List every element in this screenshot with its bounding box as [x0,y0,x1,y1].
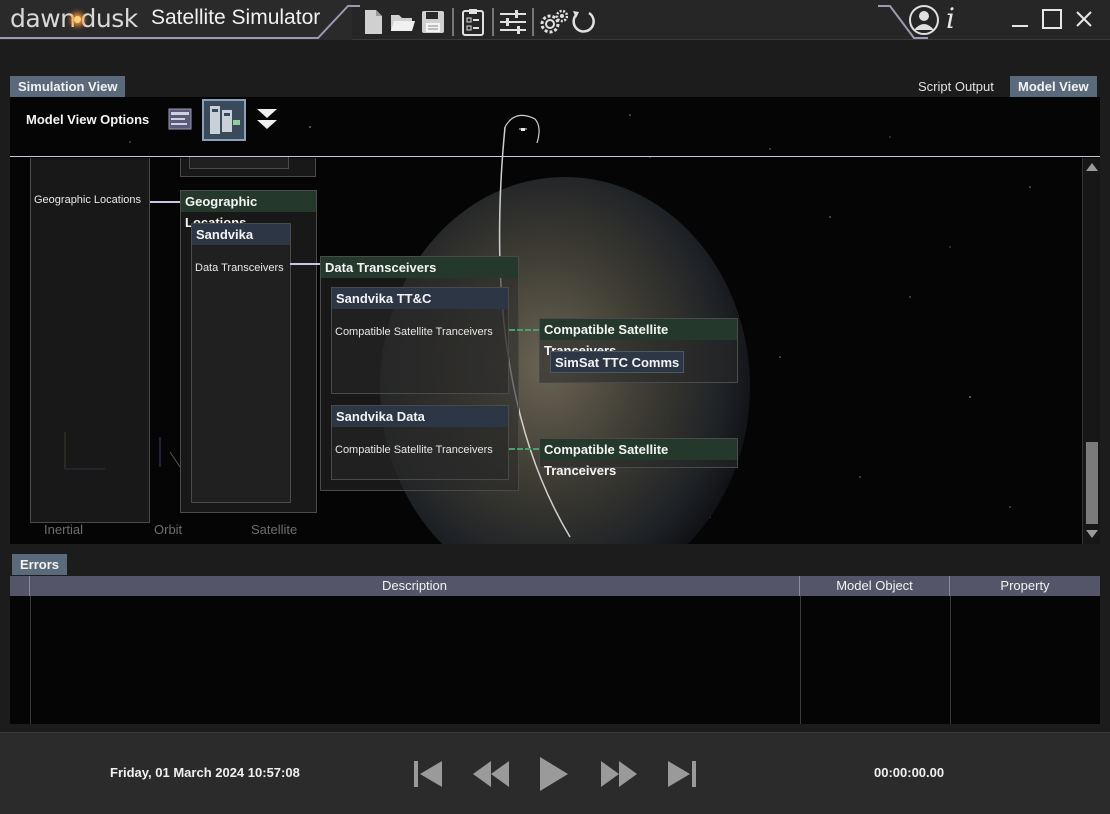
expand-all-icon[interactable] [256,107,278,131]
simulation-viewport[interactable]: Model View Options Geographic Locations … [10,97,1100,544]
errors-row-header-column [10,576,30,596]
model-tree-area: Geographic Locations Geographic Location… [10,157,1100,544]
column-label-satellite: Satellite [251,522,298,537]
geographic-locations-title[interactable]: Geographic Locations [181,191,316,230]
data-transceivers-title[interactable]: Data Transceivers [321,257,518,278]
column-label-orbit: Orbit [154,522,183,537]
reset-icon[interactable] [568,7,598,37]
tab-errors[interactable]: Errors [12,554,68,575]
sandvika-panel: Sandvika Data Transceivers [191,223,291,503]
clipboard-checklist-icon[interactable] [458,7,488,37]
skip-to-end-icon[interactable] [664,755,700,793]
close-icon[interactable] [1070,6,1098,32]
errors-table-header: Description Model Object Property [10,576,1100,596]
model-view-options-bar: Model View Options [10,97,1100,157]
ttc-compatible-link-label[interactable]: Compatible Satellite Tranceivers [335,326,493,338]
app-title: Satellite Simulator [151,6,321,29]
column-header-model-object[interactable]: Model Object [800,576,950,596]
save-icon[interactable] [418,7,448,37]
toolbar-separator [492,8,494,36]
scroll-down-icon[interactable] [1086,530,1098,538]
tab-script-output[interactable]: Script Output [910,76,1002,97]
tab-simulation-view[interactable]: Simulation View [10,76,126,97]
info-icon[interactable]: i [946,2,955,35]
geographic-locations-panel: Geographic Locations Sandvika Data Trans… [180,190,317,513]
playback-bar: Friday, 01 March 2024 10:57:08 00:00:00.… [0,732,1110,814]
sandvika-title[interactable]: Sandvika [192,224,290,245]
tree-view-icon[interactable] [202,99,246,141]
dashed-connector [509,329,539,331]
elapsed-time: 00:00:00.00 [874,765,945,780]
compatible-tranceivers-title-2[interactable]: Compatible Satellite Tranceivers [540,439,737,478]
simsat-ttc-comms-chip[interactable]: SimSat TTC Comms [550,351,685,373]
geographic-top-panel [180,157,316,177]
app-logo: dawn dusk [10,4,138,33]
sandvika-ttc-panel: Sandvika TT&C Compatible Satellite Tranc… [331,287,509,394]
compatible-tranceivers-title-1[interactable]: Compatible Satellite Tranceivers [540,319,737,358]
tab-model-view[interactable]: Model View [1010,76,1097,97]
geographic-top-subpanel [189,157,289,169]
column-divider [950,596,951,724]
connector-line [290,263,320,265]
scroll-up-icon[interactable] [1086,163,1098,171]
sandvika-data-title[interactable]: Sandvika Data [332,406,508,427]
new-file-icon[interactable] [358,7,388,37]
geographic-locations-link-label[interactable]: Geographic Locations [34,194,141,206]
data-transceivers-panel: Data Transceivers Sandvika TT&C Compatib… [320,256,519,491]
list-view-icon[interactable] [168,108,192,130]
gears-icon[interactable] [538,7,568,37]
toolbar-separator [532,8,534,36]
data-compatible-link-label[interactable]: Compatible Satellite Tranceivers [335,444,493,456]
main-toolbar [358,7,598,37]
dashed-connector [509,448,539,450]
compatible-tranceivers-panel-1: Compatible Satellite Tranceivers SimSat … [539,318,738,383]
model-view-options-label: Model View Options [26,112,150,127]
user-account-icon[interactable] [908,4,940,36]
column-divider [30,596,31,724]
sandvika-data-panel: Sandvika Data Compatible Satellite Tranc… [331,405,509,480]
title-bar: dawn dusk Satellite Simulator i [0,0,1110,40]
fast-forward-icon[interactable] [598,755,640,793]
skip-to-start-icon[interactable] [410,755,446,793]
toolbar-separator [452,8,454,36]
column-divider [800,596,801,724]
simulation-datetime: Friday, 01 March 2024 10:57:08 [110,765,300,780]
column-header-property[interactable]: Property [950,576,1100,596]
column-label-inertial: Inertial [44,522,84,537]
open-folder-icon[interactable] [388,7,418,37]
errors-table: Description Model Object Property [10,576,1100,724]
settings-sliders-icon[interactable] [498,7,528,37]
vertical-scrollbar[interactable] [1082,158,1100,544]
play-icon[interactable] [536,755,572,793]
inertial-column-panel [30,158,150,523]
compatible-tranceivers-panel-2: Compatible Satellite Tranceivers [539,438,738,478]
maximize-icon[interactable] [1038,6,1066,32]
scrollbar-thumb[interactable] [1086,442,1098,524]
column-header-description[interactable]: Description [30,576,800,596]
minimize-icon[interactable] [1006,6,1034,32]
data-transceivers-link-label[interactable]: Data Transceivers [195,262,284,274]
brand-area: dawn dusk Satellite Simulator [0,0,360,40]
sandvika-ttc-title[interactable]: Sandvika TT&C [332,288,508,309]
rewind-icon[interactable] [470,755,512,793]
connector-line [150,201,180,203]
